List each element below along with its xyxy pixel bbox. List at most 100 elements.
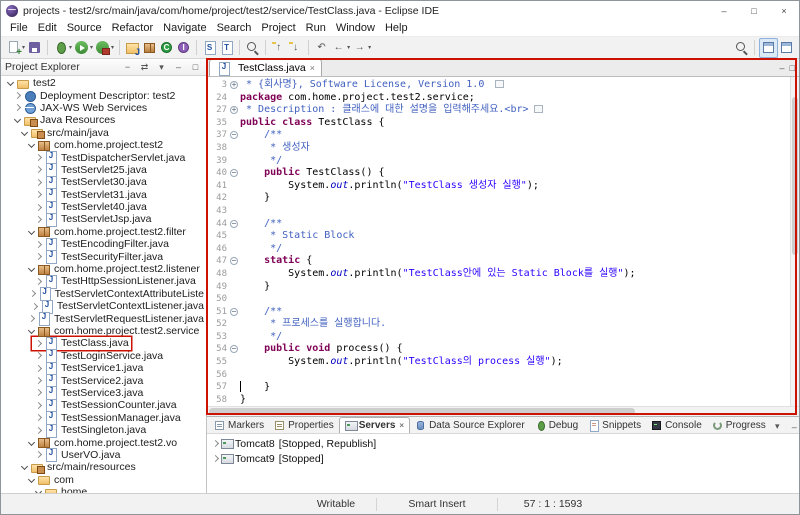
- chevron-right-icon[interactable]: [34, 277, 42, 285]
- chevron-down-icon[interactable]: [27, 265, 35, 273]
- tree-item[interactable]: TestHttpSessionListener.java: [1, 274, 206, 289]
- view-menu-icon[interactable]: ▾: [771, 420, 784, 433]
- tree-item[interactable]: TestServletRequestListener.java: [1, 312, 206, 327]
- close-tab-icon[interactable]: ×: [399, 421, 404, 430]
- code-line[interactable]: 43: [207, 205, 790, 218]
- chevron-right-icon[interactable]: [34, 253, 42, 261]
- close-tab-icon[interactable]: ×: [310, 63, 315, 73]
- vertical-scrollbar[interactable]: [790, 77, 799, 406]
- next-annotation-button[interactable]: [287, 38, 304, 58]
- chevron-right-icon[interactable]: [34, 364, 42, 372]
- code-line[interactable]: 38 * 생성자: [207, 142, 790, 155]
- code-line[interactable]: 54− public void process() {: [207, 343, 790, 356]
- server-row[interactable]: Tomcat8 [Stopped, Republish]: [207, 436, 799, 451]
- save-button[interactable]: [26, 38, 43, 58]
- chevron-right-icon[interactable]: [34, 426, 42, 434]
- menu-search[interactable]: Search: [212, 22, 257, 34]
- tab-servers[interactable]: Servers ×: [338, 417, 411, 433]
- tree-item[interactable]: com.home.project.test2.service: [1, 325, 206, 337]
- tree-item[interactable]: com.home.project.test2: [1, 139, 206, 151]
- collapse-all-icon[interactable]: −: [121, 61, 134, 74]
- code-line[interactable]: 40− public TestClass() {: [207, 167, 790, 180]
- tree-item[interactable]: TestClass.java: [1, 336, 206, 351]
- horizontal-scrollbar[interactable]: [207, 406, 799, 416]
- chevron-right-icon[interactable]: [34, 377, 42, 385]
- back-button[interactable]: ▾: [330, 38, 351, 58]
- menu-run[interactable]: Run: [301, 22, 331, 34]
- code-line[interactable]: 3 + * {회사명}, Software License, Version 1.…: [207, 79, 790, 92]
- code-line[interactable]: 50: [207, 293, 790, 306]
- code-line[interactable]: 56: [207, 369, 790, 382]
- menu-refactor[interactable]: Refactor: [107, 22, 159, 34]
- tree-item[interactable]: Deployment Descriptor: test2: [1, 89, 206, 103]
- new-servlet-button[interactable]: [201, 38, 218, 58]
- tree-item[interactable]: TestServlet30.java: [1, 175, 206, 190]
- tree-item[interactable]: UserVO.java: [1, 448, 206, 463]
- fold-expand-icon[interactable]: +: [230, 106, 238, 115]
- code-line[interactable]: 41 System.out.println("TestClass 생성자 실행"…: [207, 180, 790, 193]
- code-line[interactable]: 47− static {: [207, 255, 790, 268]
- chevron-right-icon[interactable]: [34, 203, 42, 211]
- tree-item[interactable]: com: [1, 474, 206, 486]
- chevron-down-icon[interactable]: [20, 463, 28, 471]
- code-line[interactable]: 45 * Static Block: [207, 230, 790, 243]
- java-perspective-button[interactable]: [778, 38, 795, 58]
- chevron-right-icon[interactable]: [34, 215, 42, 223]
- tree-item[interactable]: TestServletContextAttributeListe: [1, 287, 206, 302]
- chevron-down-icon[interactable]: [13, 116, 21, 124]
- chevron-down-icon[interactable]: [6, 79, 14, 87]
- chevron-down-icon[interactable]: [27, 228, 35, 236]
- previous-annotation-button[interactable]: [270, 38, 287, 58]
- menu-project[interactable]: Project: [256, 22, 300, 34]
- tree-item[interactable]: Java Resources: [1, 114, 206, 127]
- quick-search-button[interactable]: [733, 38, 750, 58]
- code-line[interactable]: 51− /**: [207, 306, 790, 319]
- maximize-view-icon[interactable]: □: [189, 61, 202, 74]
- tree-item[interactable]: TestServlet31.java: [1, 188, 206, 203]
- code-line[interactable]: 27 + * Description : 클래스에 대한 설명을 입력해주세요.<…: [207, 104, 790, 117]
- menu-window[interactable]: Window: [331, 22, 380, 34]
- code-line[interactable]: 24 package com.home.project.test2.service…: [207, 92, 790, 105]
- tree-item[interactable]: TestService3.java: [1, 386, 206, 401]
- tree-item[interactable]: TestServletJsp.java: [1, 212, 206, 227]
- tree-item[interactable]: TestEncodingFilter.java: [1, 237, 206, 252]
- chevron-right-icon[interactable]: [28, 290, 36, 298]
- new-package-button[interactable]: [141, 38, 158, 58]
- open-type-button[interactable]: [218, 38, 235, 58]
- javaee-perspective-button[interactable]: [759, 37, 778, 58]
- tab-data-source-explorer[interactable]: Data Source Explorer: [410, 417, 530, 433]
- fold-expand-icon[interactable]: +: [230, 81, 238, 89]
- chevron-right-icon[interactable]: [34, 389, 42, 397]
- new-java-project-button[interactable]: [124, 38, 141, 58]
- tab-properties[interactable]: Properties: [269, 417, 339, 433]
- debug-button[interactable]: ▾: [52, 38, 73, 58]
- code-line[interactable]: 35 public class TestClass {: [207, 117, 790, 130]
- code-line[interactable]: 55 System.out.println("TestClass의 proces…: [207, 356, 790, 369]
- tree-item[interactable]: com.home.project.test2.filter: [1, 226, 206, 238]
- tree-item[interactable]: TestDispatcherServlet.java: [1, 151, 206, 166]
- chevron-down-icon[interactable]: [27, 439, 35, 447]
- chevron-right-icon[interactable]: [211, 440, 219, 448]
- tree-item[interactable]: src/main/java: [1, 127, 206, 140]
- tab-debug[interactable]: Debug: [530, 417, 583, 433]
- chevron-down-icon[interactable]: [27, 476, 35, 484]
- tree-item[interactable]: TestLoginService.java: [1, 349, 206, 364]
- menu-navigate[interactable]: Navigate: [158, 22, 211, 34]
- code-line[interactable]: 37− /**: [207, 129, 790, 142]
- code-line[interactable]: 46 */: [207, 243, 790, 256]
- minimize-view-icon[interactable]: –: [788, 420, 799, 433]
- chevron-right-icon[interactable]: [30, 302, 38, 310]
- folded-region-icon[interactable]: [495, 80, 505, 88]
- chevron-right-icon[interactable]: [34, 191, 42, 199]
- tree-item[interactable]: JAX-WS Web Services: [1, 102, 206, 115]
- new-interface-button[interactable]: [175, 38, 192, 58]
- menu-edit[interactable]: Edit: [33, 22, 62, 34]
- tree-item[interactable]: TestServlet40.java: [1, 200, 206, 215]
- chevron-right-icon[interactable]: [27, 315, 35, 323]
- code-line[interactable]: 52 * 프로세스를 실행합니다.: [207, 318, 790, 331]
- code-line[interactable]: 42 }: [207, 192, 790, 205]
- forward-button[interactable]: ▾: [351, 38, 372, 58]
- tab-markers[interactable]: Markers: [209, 417, 269, 433]
- chevron-down-icon[interactable]: [34, 488, 42, 493]
- fold-collapse-icon[interactable]: −: [230, 257, 238, 266]
